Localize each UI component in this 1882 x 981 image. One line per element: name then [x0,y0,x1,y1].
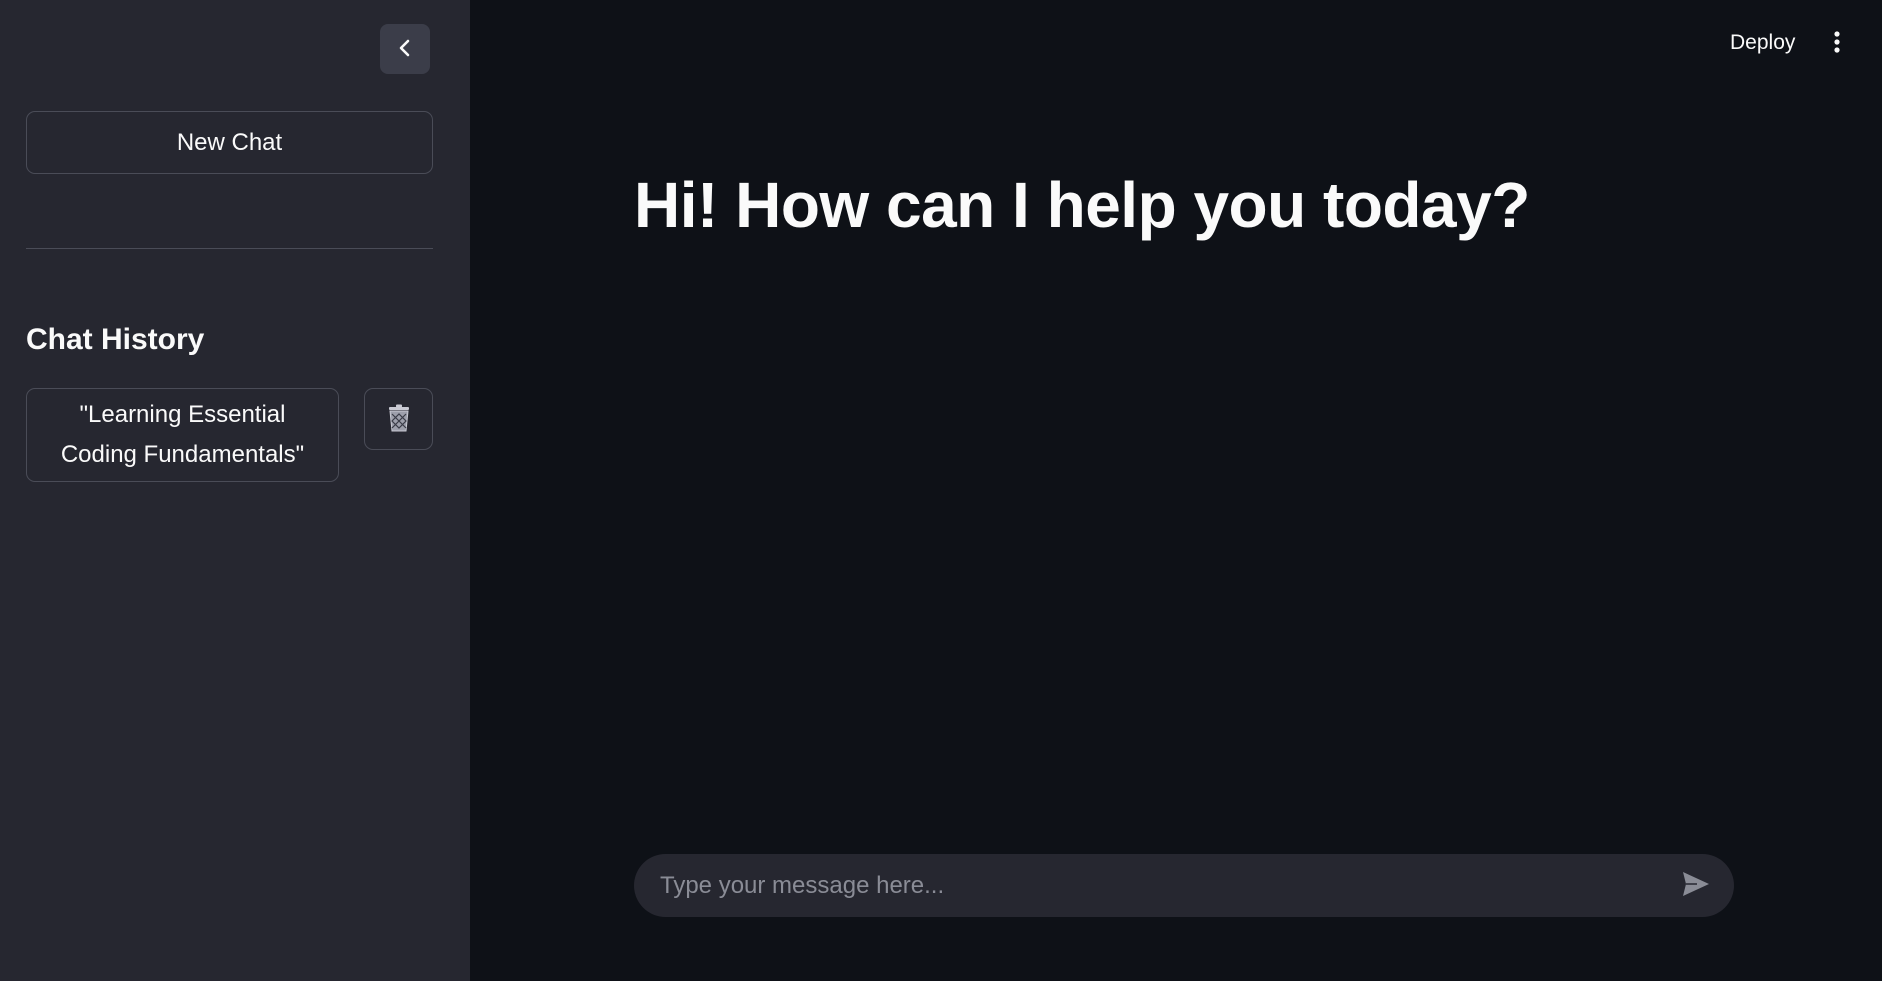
chat-history-title: Chat History [26,323,205,356]
app-root: New Chat Chat History "Learning Essentia… [0,0,1882,981]
new-chat-button[interactable]: New Chat [26,111,433,174]
main-menu-button[interactable] [1820,24,1854,62]
deploy-button[interactable]: Deploy [1718,26,1807,60]
trash-icon [386,404,412,435]
sidebar: New Chat Chat History "Learning Essentia… [0,0,470,981]
chevron-left-icon [395,38,415,61]
sidebar-divider [26,248,433,249]
send-button[interactable] [1666,854,1726,917]
chat-history-item-label: "Learning Essential Coding Fundamentals" [60,401,305,468]
greeting-heading: Hi! How can I help you today? [634,169,1530,241]
send-arrow-icon [1681,870,1711,901]
chat-history-item[interactable]: "Learning Essential Coding Fundamentals" [26,388,339,482]
delete-chat-button[interactable] [364,388,433,450]
chat-message-input[interactable] [634,854,1666,917]
vertical-ellipsis-icon [1833,30,1841,57]
collapse-sidebar-button[interactable] [380,24,430,74]
chat-input-container [634,854,1734,917]
